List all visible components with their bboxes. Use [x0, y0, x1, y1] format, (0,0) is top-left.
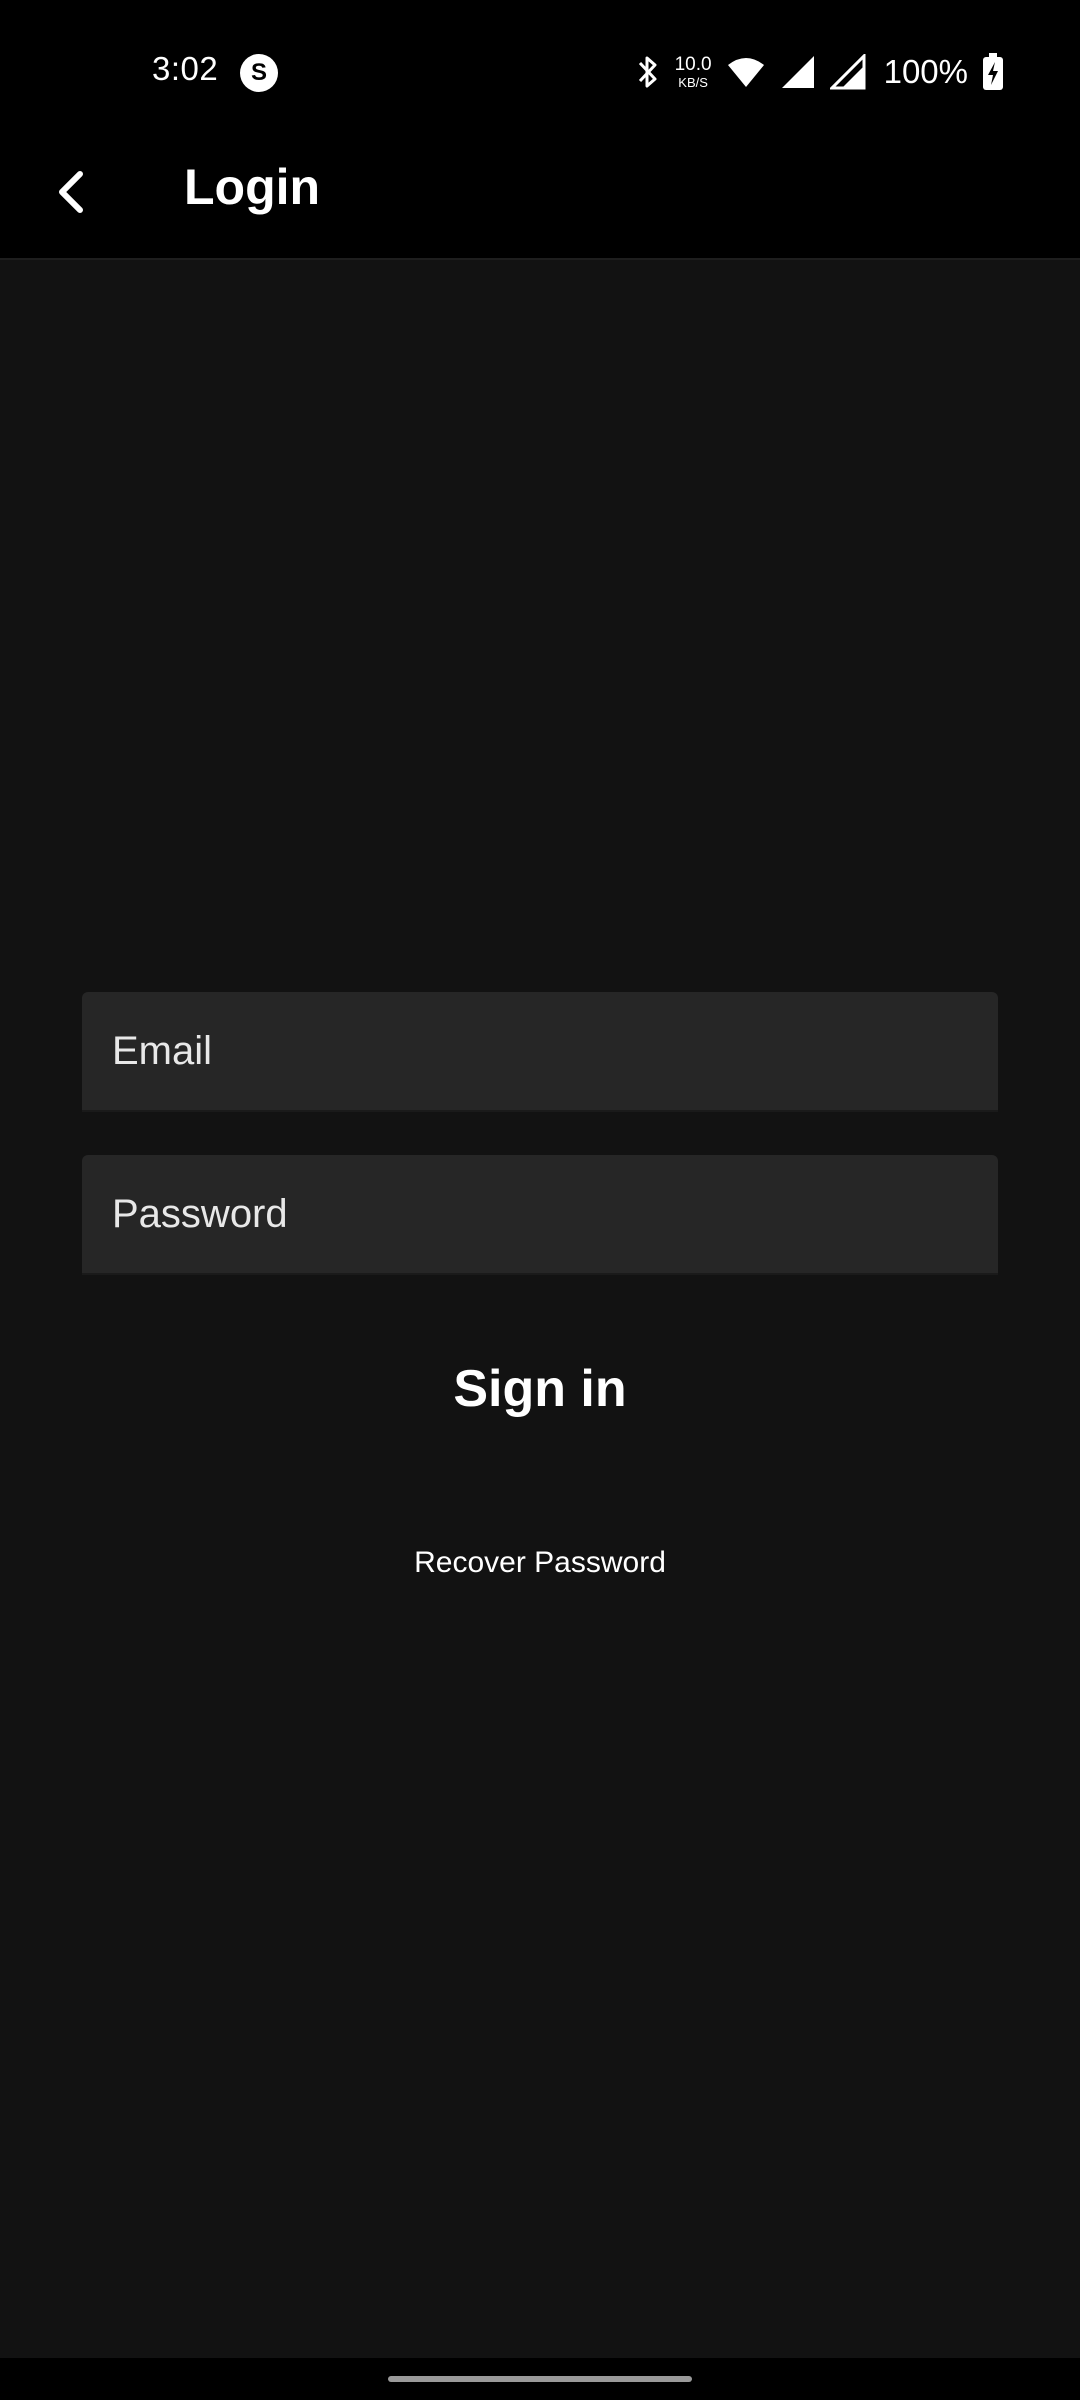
page-title: Login: [184, 159, 321, 215]
email-field[interactable]: [82, 992, 998, 1110]
signal-icon: [829, 54, 866, 90]
bluetooth-icon: [635, 54, 661, 90]
app-notification-icon: S: [240, 54, 278, 92]
password-field-container: [82, 1155, 998, 1275]
email-field-container: [82, 992, 998, 1112]
recover-password-link[interactable]: Recover Password: [340, 1538, 740, 1588]
sign-in-button[interactable]: Sign in: [340, 1344, 740, 1434]
back-button[interactable]: [40, 162, 104, 226]
status-time: 3:02: [152, 50, 219, 87]
chevron-left-icon: [54, 170, 90, 219]
net-speed-unit: KB/S: [678, 75, 708, 90]
gesture-handle[interactable]: [388, 2376, 692, 2382]
app-bar: Login: [0, 144, 1080, 260]
battery-charging-icon: [982, 53, 1004, 91]
net-speed: 10.0 KB/S: [675, 55, 712, 89]
status-icons: 10.0 KB/S 100%: [635, 50, 1004, 94]
password-field[interactable]: [82, 1155, 998, 1273]
login-screen: 3:02 S 10.0 KB/S 100% Login Email Sign i…: [0, 0, 1080, 2400]
navigation-bar: [0, 2358, 1080, 2400]
wifi-icon: [726, 55, 766, 89]
battery-percent: 100%: [883, 53, 968, 90]
net-speed-value: 10.0: [674, 54, 712, 75]
status-bar: 3:02 S 10.0 KB/S 100%: [0, 0, 1080, 144]
signal-icon: [780, 54, 816, 90]
